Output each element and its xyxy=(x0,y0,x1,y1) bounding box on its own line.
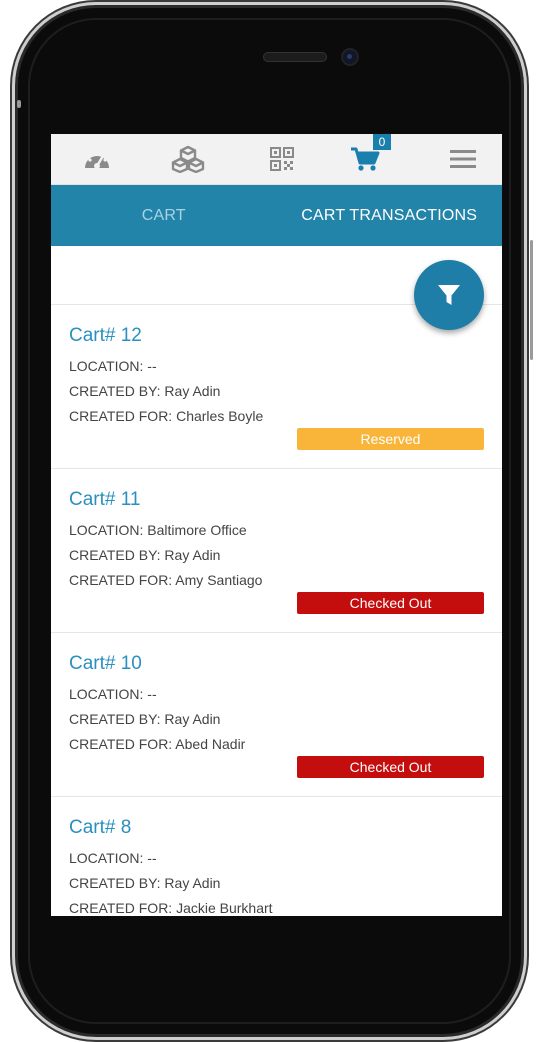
app-screen: 0 CART CART TRANSACTIONS Cart# 12 LOCATI… xyxy=(51,134,502,916)
cart-created-by: CREATED BY: Ray Adin xyxy=(69,875,221,891)
status-badge: Reserved xyxy=(297,428,484,450)
cart-location: LOCATION: Baltimore Office xyxy=(69,522,247,538)
cart-card[interactable]: Cart# 12 LOCATION: -- CREATED BY: Ray Ad… xyxy=(51,305,502,469)
cart-created-for: CREATED FOR: Charles Boyle xyxy=(69,408,264,424)
boxes-icon[interactable] xyxy=(158,134,218,184)
filter-icon xyxy=(438,285,460,305)
phone-speaker xyxy=(263,52,327,62)
cart-created-by: CREATED BY: Ray Adin xyxy=(69,711,221,727)
filter-button[interactable] xyxy=(414,260,484,330)
cart-card[interactable]: Cart# 8 LOCATION: -- CREATED BY: Ray Adi… xyxy=(51,797,502,916)
status-badge: Checked Out xyxy=(297,756,484,778)
tab-bar: CART CART TRANSACTIONS xyxy=(51,185,502,246)
cart-created-by: CREATED BY: Ray Adin xyxy=(69,547,221,563)
cart-created-for: CREATED FOR: Abed Nadir xyxy=(69,736,246,752)
cart-title[interactable]: Cart# 8 xyxy=(69,817,131,839)
qr-code-icon[interactable] xyxy=(252,134,312,184)
phone-camera xyxy=(341,48,359,66)
cart-created-by: CREATED BY: Ray Adin xyxy=(69,383,221,399)
top-icon-bar: 0 xyxy=(51,134,502,185)
cart-count-badge: 0 xyxy=(373,134,391,150)
status-badge: Checked Out xyxy=(297,592,484,614)
cart-title[interactable]: Cart# 11 xyxy=(69,489,140,511)
cart-location: LOCATION: -- xyxy=(69,358,157,374)
dashboard-icon[interactable] xyxy=(67,134,127,184)
cart-title[interactable]: Cart# 12 xyxy=(69,325,142,347)
transactions-list: Cart# 12 LOCATION: -- CREATED BY: Ray Ad… xyxy=(51,246,502,916)
cart-card[interactable]: Cart# 11 LOCATION: Baltimore Office CREA… xyxy=(51,469,502,633)
cart-created-for: CREATED FOR: Amy Santiago xyxy=(69,572,263,588)
cart-created-for: CREATED FOR: Jackie Burkhart xyxy=(69,900,273,916)
tab-cart[interactable]: CART xyxy=(51,185,277,246)
cart-location: LOCATION: -- xyxy=(69,850,157,866)
side-button xyxy=(17,100,21,108)
cart-card[interactable]: Cart# 10 LOCATION: -- CREATED BY: Ray Ad… xyxy=(51,633,502,797)
menu-icon[interactable] xyxy=(433,134,493,184)
tab-cart-transactions[interactable]: CART TRANSACTIONS xyxy=(277,185,503,246)
power-button xyxy=(530,240,533,360)
cart-title[interactable]: Cart# 10 xyxy=(69,653,142,675)
cart-location: LOCATION: -- xyxy=(69,686,157,702)
